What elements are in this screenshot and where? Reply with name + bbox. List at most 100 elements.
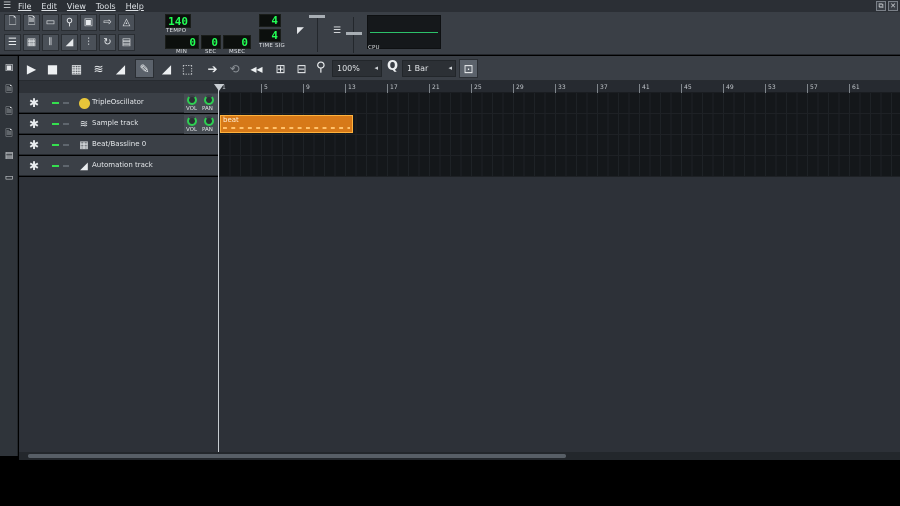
my-computer-icon[interactable]: ▭ <box>3 172 15 184</box>
master-volume-handle[interactable] <box>309 15 325 18</box>
auto-scroll-button[interactable]: ➔ <box>203 59 222 78</box>
time-min-display: 0 <box>165 35 199 49</box>
quantize-icon: Q <box>387 59 399 74</box>
gear-icon[interactable]: ✱ <box>29 138 39 152</box>
new-from-template-button[interactable]: 🗎 <box>23 14 40 31</box>
volume-knob[interactable] <box>187 116 197 126</box>
fx-mixer-button[interactable]: ⫶ <box>80 34 97 51</box>
menu-view[interactable]: View <box>62 2 91 11</box>
song-editor-canvas[interactable] <box>19 177 900 452</box>
menu-tools[interactable]: Tools <box>91 2 121 11</box>
play-button[interactable]: ▶ <box>22 59 41 78</box>
pan-knob[interactable] <box>204 95 214 105</box>
save-project-button[interactable]: ▣ <box>80 14 97 31</box>
automation-editor-button[interactable]: ◢ <box>61 34 78 51</box>
timeline-ruler[interactable]: 1 5 9 13 17 21 25 29 33 37 41 45 49 53 57 61 <box>219 81 900 93</box>
export-project-button[interactable]: ⇨ <box>99 14 116 31</box>
time-sig-denominator[interactable]: 4 <box>259 29 281 42</box>
volume-knob[interactable] <box>187 95 197 105</box>
snap-mode-button[interactable]: ⊡ <box>459 59 478 78</box>
lmms-window: ☰ File Edit View Tools Help ⧉ ✕ 🗋 🗎 ▭ ⚲ … <box>0 0 900 506</box>
stop-button[interactable]: ■ <box>43 59 62 78</box>
mute-toggle[interactable] <box>52 102 59 104</box>
draw-mode-button[interactable]: ✎ <box>135 59 154 78</box>
track-name[interactable]: Sample track <box>92 119 138 127</box>
playhead-marker[interactable] <box>214 84 224 91</box>
pattern-clip[interactable]: beat <box>220 115 353 133</box>
my-projects-icon[interactable]: 🗎 <box>3 84 15 96</box>
quantize-select[interactable]: 1 Bar ◂ <box>402 60 456 77</box>
quantize-value: 1 Bar <box>407 64 429 73</box>
add-beat-bassline-button[interactable]: ▦ <box>67 59 86 78</box>
track-header[interactable]: ✱ ◢ Automation track <box>19 156 218 176</box>
knife-mode-button[interactable]: ◢ <box>157 59 176 78</box>
window-controls: ⧉ ✕ <box>876 1 898 11</box>
solo-toggle[interactable] <box>63 144 69 146</box>
scrollbar-thumb[interactable] <box>28 454 566 458</box>
waveform-icon: ≋ <box>93 61 104 76</box>
add-automation-track-button[interactable]: ◢ <box>111 59 130 78</box>
beat-bassline-editor-button[interactable]: ▦ <box>23 34 40 51</box>
new-project-button[interactable]: 🗋 <box>4 14 21 31</box>
loop-points-button[interactable]: ⟲ <box>225 59 244 78</box>
gear-icon[interactable]: ✱ <box>29 96 39 110</box>
mute-toggle[interactable] <box>52 165 59 167</box>
master-pitch-handle[interactable] <box>346 32 362 35</box>
remove-bar-button[interactable]: ⊟ <box>292 59 311 78</box>
oscilloscope[interactable] <box>367 15 441 49</box>
ruler-tick: 21 <box>429 84 440 93</box>
gear-icon[interactable]: ✱ <box>29 117 39 131</box>
open-project-button[interactable]: ▭ <box>42 14 59 31</box>
project-notes-button[interactable]: ▤ <box>118 34 135 51</box>
track-name[interactable]: TripleOscillator <box>92 98 144 106</box>
track-list: ✱ TripleOscillator VOL PAN ✱ ≋ Sample tr… <box>19 93 900 177</box>
menu-help[interactable]: Help <box>121 2 149 11</box>
menu-file[interactable]: File <box>13 2 36 11</box>
gear-icon[interactable]: ✱ <box>29 159 39 173</box>
track-lane[interactable]: beat <box>219 114 900 135</box>
add-sample-track-button[interactable]: ≋ <box>89 59 108 78</box>
track-lane[interactable] <box>219 135 900 156</box>
piano-roll-button[interactable]: 𝄃 <box>42 34 59 51</box>
horizontal-scrollbar[interactable] <box>19 452 900 460</box>
automation-ramp-icon: ◢ <box>65 37 74 48</box>
instrument-plugins-icon[interactable]: ▣ <box>3 62 15 74</box>
track-lane[interactable] <box>219 156 900 177</box>
master-volume-slider[interactable] <box>317 16 318 52</box>
zoom-select[interactable]: 100% ◂ <box>332 60 382 77</box>
select-rect-icon: ⬚ <box>181 61 194 76</box>
mute-toggle[interactable] <box>52 123 59 125</box>
insert-bar-button[interactable]: ⊞ <box>271 59 290 78</box>
restore-button[interactable]: ⧉ <box>876 1 886 11</box>
solo-toggle[interactable] <box>63 165 69 167</box>
solo-toggle[interactable] <box>63 123 69 125</box>
track-header[interactable]: ✱ TripleOscillator VOL PAN <box>19 93 218 113</box>
controller-rack-button[interactable]: ↻ <box>99 34 116 51</box>
edit-mode-button[interactable]: ⬚ <box>178 59 197 78</box>
solo-toggle[interactable] <box>63 102 69 104</box>
my-samples-icon[interactable]: 🗎 <box>3 106 15 118</box>
track-name[interactable]: Beat/Bassline 0 <box>92 140 146 148</box>
recent-projects-button[interactable]: ⚲ <box>61 14 78 31</box>
mute-toggle[interactable] <box>52 144 59 146</box>
track-header[interactable]: ✱ ≋ Sample track VOL PAN <box>19 114 218 134</box>
song-editor-button[interactable]: ☰ <box>4 34 21 51</box>
time-sig-numerator[interactable]: 4 <box>259 14 281 27</box>
track-header[interactable]: ✱ ▦ Beat/Bassline 0 <box>19 135 218 155</box>
pan-knob[interactable] <box>204 116 214 126</box>
main-toolbar: 🗋 🗎 ▭ ⚲ ▣ ⇨ ◬ ☰ ▦ 𝄃 ◢ ⫶ ↻ ▤ 140 TEMPO 0 … <box>0 12 900 55</box>
close-button[interactable]: ✕ <box>888 1 898 11</box>
app-menu-icon[interactable]: ☰ <box>1 0 13 12</box>
tempo-display[interactable]: 140 <box>165 14 191 28</box>
stop-behaviour-button[interactable]: ◂◂ <box>247 59 266 78</box>
menu-edit[interactable]: Edit <box>36 2 62 11</box>
pattern-steps <box>223 127 350 129</box>
my-home-icon[interactable]: ▤ <box>3 150 15 162</box>
track-name[interactable]: Automation track <box>92 161 153 169</box>
my-presets-icon[interactable]: 🗎 <box>3 128 15 140</box>
master-pitch-slider[interactable] <box>353 17 354 53</box>
ruler-tick: 37 <box>597 84 608 93</box>
metronome-button[interactable]: ◬ <box>118 14 135 31</box>
menu-bar: ☰ File Edit View Tools Help ⧉ ✕ <box>0 0 900 12</box>
track-lane[interactable] <box>219 93 900 114</box>
